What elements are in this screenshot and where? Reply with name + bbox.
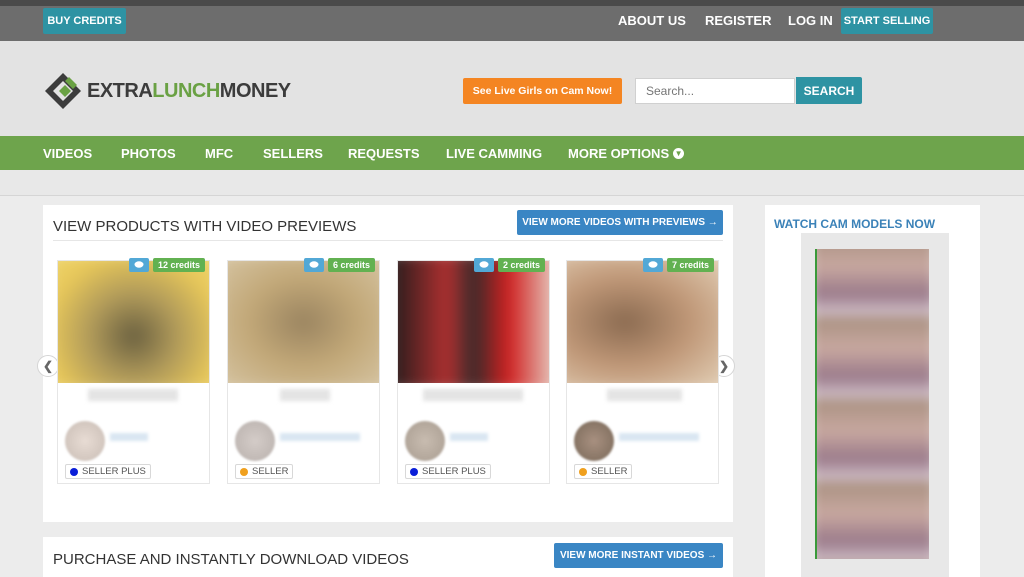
search-input[interactable]	[635, 78, 795, 104]
product-card[interactable]: 6 credits SELLER	[227, 258, 380, 484]
seller-avatar[interactable]	[574, 421, 614, 461]
product-card[interactable]: 2 credits SELLER PLUS	[397, 258, 550, 484]
seller-tier-badge: SELLER PLUS	[405, 464, 491, 479]
tier-dot-icon	[579, 467, 587, 476]
product-card[interactable]: 7 credits SELLER	[566, 258, 719, 484]
product-badges: 2 credits	[473, 258, 545, 272]
chevron-down-icon: ▼	[673, 148, 685, 159]
tier-label: SELLER PLUS	[82, 466, 146, 477]
logo-wordmark: EXTRALUNCHMONEY	[87, 79, 291, 102]
seller-avatar[interactable]	[65, 421, 105, 461]
seller-name[interactable]	[450, 433, 488, 441]
product-card[interactable]: 12 credits SELLER PLUS	[57, 258, 210, 484]
product-badges: 7 credits	[642, 258, 714, 272]
nav-videos[interactable]: VIDEOS	[43, 146, 92, 161]
start-selling-button[interactable]: START SELLING	[841, 8, 933, 34]
sidebar-title[interactable]: WATCH CAM MODELS NOW	[774, 217, 935, 231]
section-title: PURCHASE AND INSTANTLY DOWNLOAD VIDEOS	[53, 551, 409, 568]
tier-dot-icon	[410, 467, 418, 476]
section-title: VIEW PRODUCTS WITH VIDEO PREVIEWS	[53, 218, 357, 235]
register-link[interactable]: REGISTER	[705, 13, 771, 28]
view-more-previews-button[interactable]: VIEW MORE VIDEOS WITH PREVIEWS →	[517, 210, 723, 235]
credits-badge: 12 credits	[152, 258, 205, 272]
about-us-link[interactable]: ABOUT US	[618, 13, 686, 28]
nav-live-camming[interactable]: LIVE CAMMING	[446, 146, 542, 161]
nav-more-options[interactable]: MORE OPTIONS ▼	[568, 146, 685, 161]
logo-icon	[45, 73, 81, 109]
nav-photos[interactable]: PHOTOS	[121, 146, 176, 161]
carousel-prev-button[interactable]: ❮	[37, 355, 59, 377]
seller-avatar[interactable]	[235, 421, 275, 461]
seller-tier-badge: SELLER PLUS	[65, 464, 151, 479]
video-previews-panel: VIEW PRODUCTS WITH VIDEO PREVIEWS VIEW M…	[37, 205, 735, 522]
view-more-instant-button[interactable]: VIEW MORE INSTANT VIDEOS →	[554, 543, 723, 568]
product-title[interactable]	[88, 389, 178, 401]
seller-avatar[interactable]	[405, 421, 445, 461]
tier-label: SELLER	[252, 466, 289, 477]
cam-sidebar: WATCH CAM MODELS NOW	[765, 205, 980, 577]
credits-badge: 2 credits	[497, 258, 545, 272]
nav-sellers[interactable]: SELLERS	[263, 146, 323, 161]
product-thumbnail[interactable]	[567, 261, 718, 383]
seller-tier-badge: SELLER	[235, 464, 294, 479]
product-title[interactable]	[280, 389, 330, 401]
section-divider	[53, 240, 723, 241]
live-cam-button[interactable]: See Live Girls on Cam Now!	[463, 78, 622, 104]
product-badges: 12 credits	[128, 258, 205, 272]
chat-icon	[473, 258, 494, 272]
credits-badge: 6 credits	[327, 258, 375, 272]
nav-requests[interactable]: REQUESTS	[348, 146, 420, 161]
site-logo[interactable]: EXTRALUNCHMONEY	[43, 71, 291, 111]
product-thumbnail[interactable]	[228, 261, 379, 383]
buy-credits-button[interactable]: BUY CREDITS	[43, 8, 126, 34]
login-link[interactable]: LOG IN	[788, 13, 833, 28]
credits-badge: 7 credits	[666, 258, 714, 272]
search-button[interactable]: SEARCH	[796, 77, 862, 104]
product-thumbnail[interactable]	[398, 261, 549, 383]
seller-name[interactable]	[280, 433, 360, 441]
cam-ad-image[interactable]	[815, 249, 929, 559]
product-thumbnail[interactable]	[58, 261, 209, 383]
tier-label: SELLER PLUS	[422, 466, 486, 477]
seller-name[interactable]	[110, 433, 148, 441]
seller-name[interactable]	[619, 433, 699, 441]
product-badges: 6 credits	[303, 258, 375, 272]
tier-dot-icon	[70, 467, 78, 476]
tier-dot-icon	[240, 467, 248, 476]
top-bar: BUY CREDITS ABOUT US REGISTER LOG IN STA…	[0, 0, 1024, 41]
cam-ad-frame	[801, 233, 949, 577]
main-nav: VIDEOS PHOTOS MFC SELLERS REQUESTS LIVE …	[0, 136, 1024, 170]
site-header: EXTRALUNCHMONEY See Live Girls on Cam No…	[0, 41, 1024, 136]
product-title[interactable]	[423, 389, 523, 401]
nav-mfc[interactable]: MFC	[205, 146, 233, 161]
chat-icon	[303, 258, 324, 272]
seller-tier-badge: SELLER	[574, 464, 633, 479]
chat-icon	[642, 258, 663, 272]
product-title[interactable]	[607, 389, 682, 401]
tier-label: SELLER	[591, 466, 628, 477]
instant-download-panel: PURCHASE AND INSTANTLY DOWNLOAD VIDEOS V…	[43, 537, 733, 577]
subheader-strip	[0, 170, 1024, 196]
chat-icon	[128, 258, 149, 272]
nav-more-options-label: MORE OPTIONS	[568, 146, 670, 161]
